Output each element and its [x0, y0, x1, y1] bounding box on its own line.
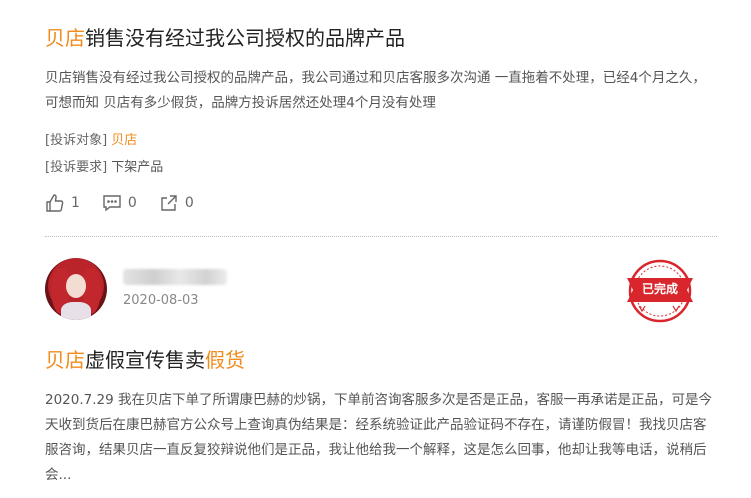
like-count: 1 — [71, 195, 80, 211]
keyword-highlight: 假货 — [205, 348, 245, 372]
post-divider — [45, 236, 717, 237]
request-label: [投诉要求] — [45, 160, 108, 175]
stamp-label: 已完成 — [641, 282, 678, 296]
complaint-card-1: 贝店销售没有经过我公司授权的品牌产品 — [45, 24, 717, 52]
complaint-body-2: 2020.7.29 我在贝店下单了所谓康巴赫的炒锅，下单前咨询客服多次是否是正品… — [45, 392, 712, 483]
complaint-body: 贝店销售没有经过我公司授权的品牌产品，我公司通过和贝店客服多次沟通 一直拖着不处… — [45, 70, 706, 111]
complaint-title[interactable]: 贝店销售没有经过我公司授权的品牌产品 — [45, 24, 717, 52]
avatar[interactable] — [45, 258, 107, 320]
target-link[interactable]: 贝店 — [111, 133, 137, 148]
action-bar: 1 0 0 — [45, 193, 717, 213]
username-blurred[interactable] — [123, 269, 227, 285]
like-button[interactable]: 1 — [45, 193, 80, 213]
comment-button[interactable]: 0 — [102, 193, 137, 213]
request-value: 下架产品 — [111, 160, 164, 175]
completed-stamp: 已完成 — [627, 258, 693, 324]
brand-highlight: 贝店 — [45, 348, 85, 372]
post-date: 2020-08-03 — [123, 293, 199, 308]
complaint-title-2[interactable]: 贝店虚假宣传售卖假货 — [45, 346, 717, 374]
thumbs-up-icon — [46, 194, 64, 212]
share-icon — [161, 195, 177, 211]
title-text: 虚假宣传售卖 — [85, 348, 205, 372]
author-row: 2020-08-03 — [45, 258, 717, 322]
complaint-card-2: 贝店虚假宣传售卖假货 — [45, 346, 717, 374]
comment-count: 0 — [127, 195, 137, 211]
complaint-request-row: [投诉要求] 下架产品 — [45, 157, 717, 179]
target-label: [投诉对象] — [45, 133, 108, 148]
brand-highlight: 贝店 — [45, 26, 85, 50]
comment-icon — [103, 195, 121, 212]
complaint-target-row: [投诉对象] 贝店 — [45, 130, 717, 152]
share-button[interactable]: 0 — [159, 193, 194, 213]
share-count: 0 — [184, 195, 194, 211]
title-text: 销售没有经过我公司授权的品牌产品 — [85, 26, 405, 50]
